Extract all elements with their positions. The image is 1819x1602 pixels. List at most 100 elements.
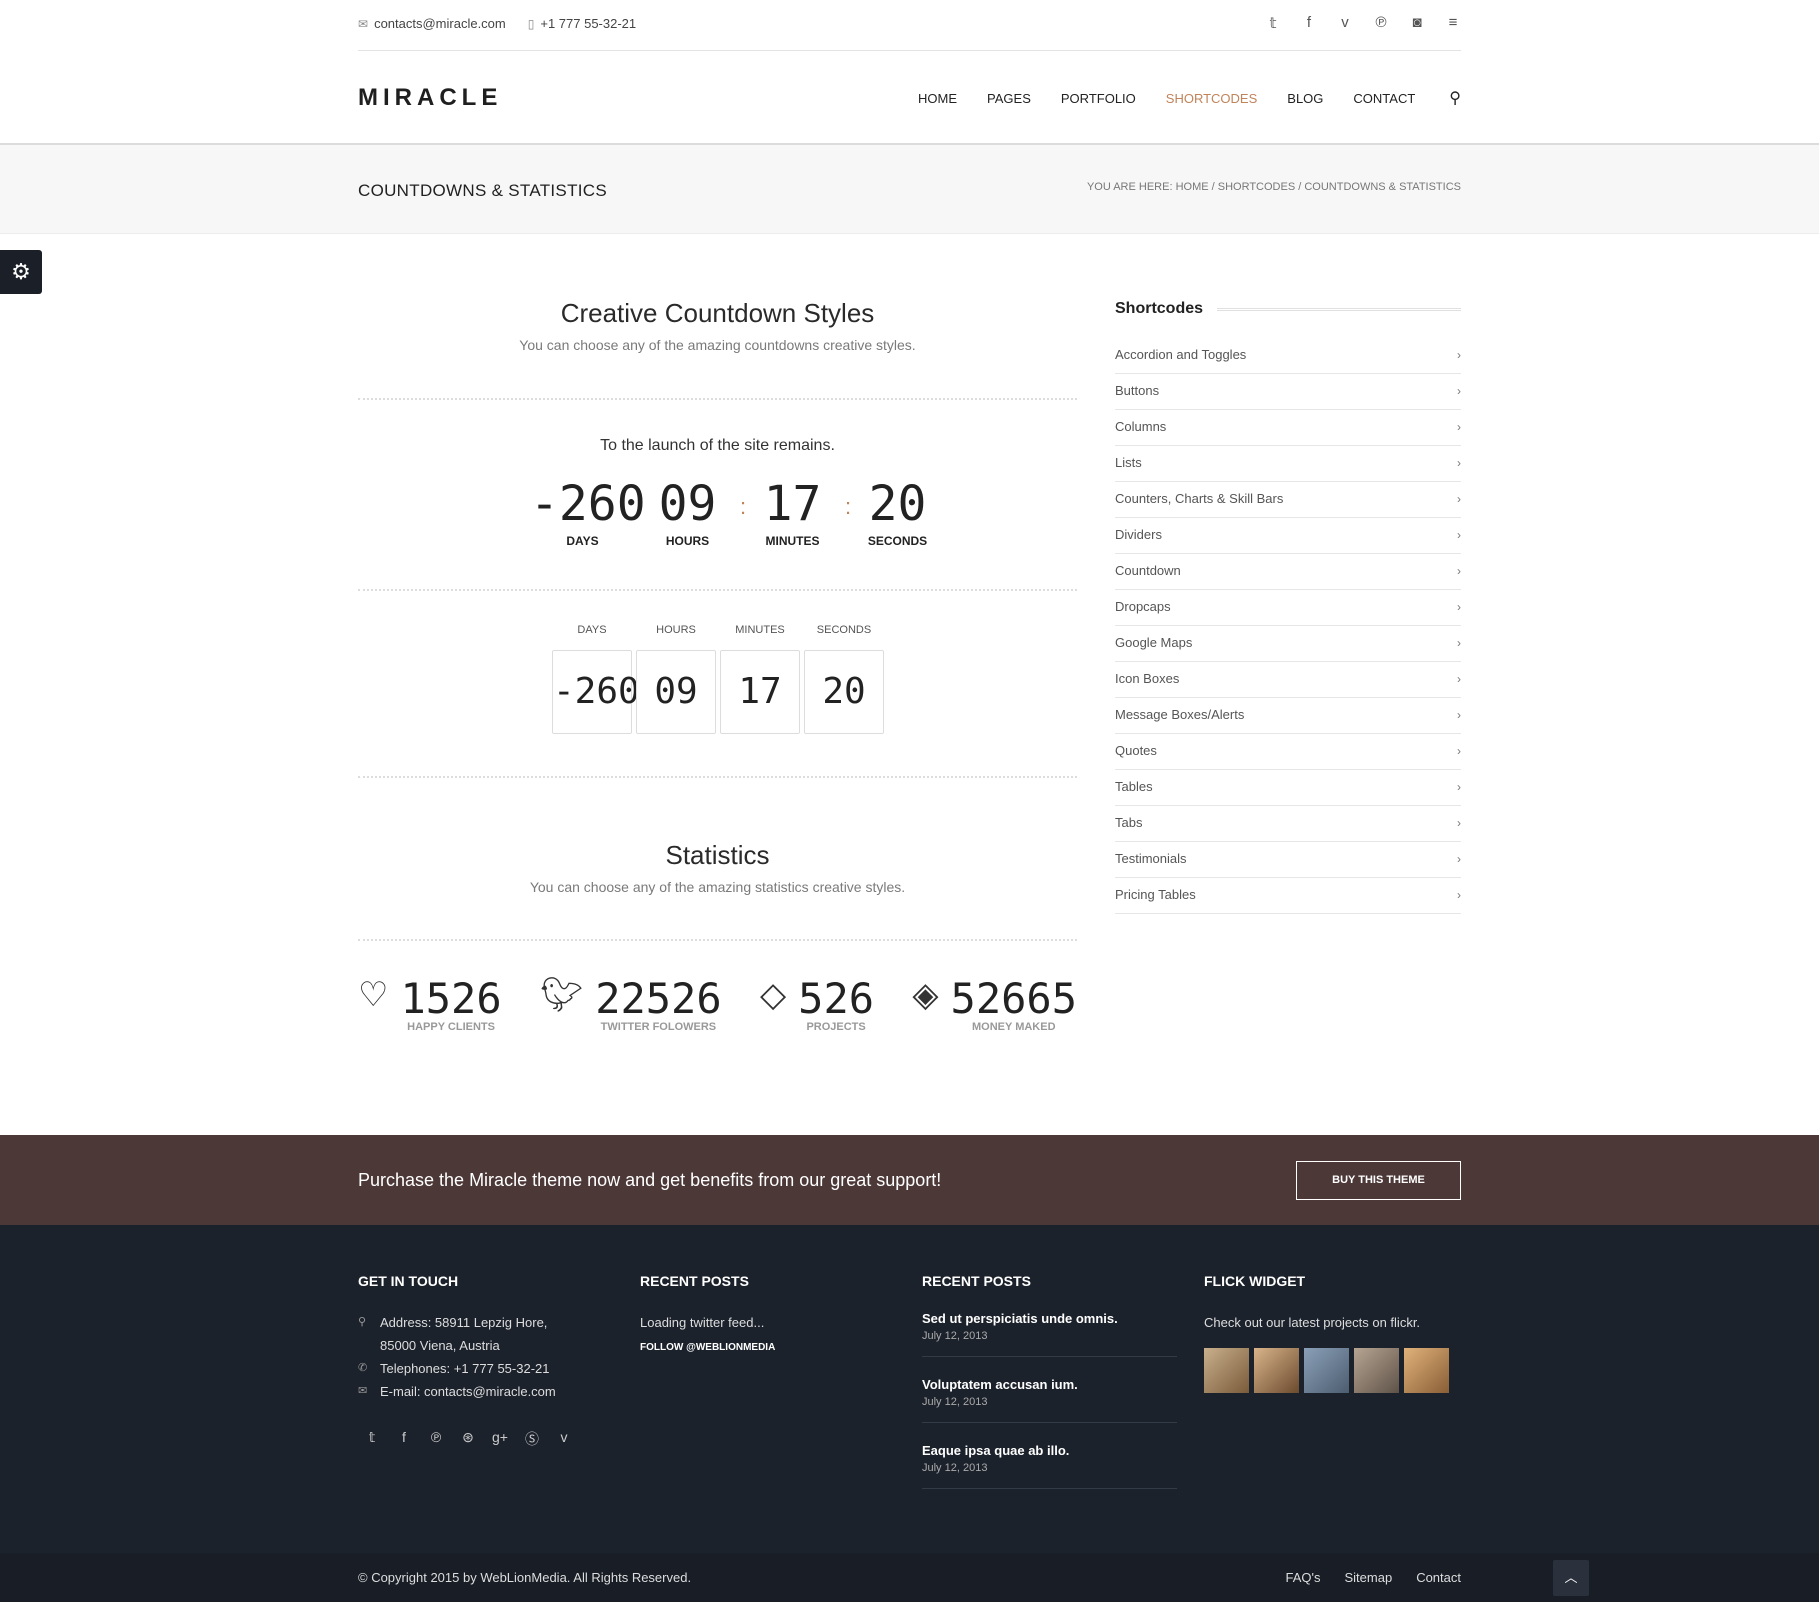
nav-shortcodes[interactable]: SHORTCODES [1166, 91, 1258, 108]
flickr-thumb[interactable] [1354, 1348, 1399, 1393]
flip-seconds: SECONDS 20 [804, 624, 884, 734]
sidebar-item-label: Counters, Charts & Skill Bars [1115, 491, 1284, 506]
chevron-up-icon: ︿ [1564, 1570, 1578, 1585]
footer-recent-posts: RECENT POSTS Sed ut perspiciatis unde om… [922, 1273, 1182, 1509]
recent-post[interactable]: Eaque ipsa quae ab illo. July 12, 2013 [922, 1443, 1177, 1489]
stat-value: 526 [798, 974, 875, 1023]
sidebar-item-testimonials[interactable]: Testimonials › [1115, 842, 1461, 878]
phone-contact: ▯ +1 777 55-32-21 [528, 16, 636, 31]
flip-hours: HOURS 09 [636, 624, 716, 734]
nav-pages[interactable]: PAGES [987, 91, 1031, 108]
sidebar-item-label: Testimonials [1115, 851, 1187, 866]
sidebar-item-tabs[interactable]: Tabs › [1115, 806, 1461, 842]
dotted-divider [358, 776, 1077, 778]
address-row: ⚲ Address: 58911 Lepzig Hore, [358, 1311, 608, 1334]
sidebar-item-buttons[interactable]: Buttons › [1115, 374, 1461, 410]
chevron-right-icon: › [1457, 888, 1461, 902]
sidebar-item-columns[interactable]: Columns › [1115, 410, 1461, 446]
seconds-value: 20 [868, 476, 927, 532]
sidebar-item-pricing-tables[interactable]: Pricing Tables › [1115, 878, 1461, 914]
stat-value: 1526 [400, 974, 502, 1023]
sidebar-item-label: Pricing Tables [1115, 887, 1196, 902]
footer-twitter-title: RECENT POSTS [640, 1273, 749, 1289]
sidebar-item-google-maps[interactable]: Google Maps › [1115, 626, 1461, 662]
nav-portfolio[interactable]: PORTFOLIO [1061, 91, 1136, 108]
vimeo-icon[interactable]: v [1337, 14, 1353, 32]
chevron-right-icon: › [1457, 456, 1461, 470]
email-text: contacts@miracle.com [374, 16, 506, 31]
nav-home[interactable]: HOME [918, 91, 957, 108]
pinterest-icon[interactable]: ℗ [1373, 14, 1389, 32]
social-links: 𝕥 f v ℗ ◙ ≡ [1265, 14, 1461, 32]
sidebar-item-label: Icon Boxes [1115, 671, 1180, 686]
google-plus-icon[interactable]: g+ [492, 1429, 508, 1449]
bottom-links: FAQ's Sitemap Contact [1285, 1570, 1461, 1585]
hours-box: 09 [636, 650, 716, 734]
email-row: ✉ E-mail: contacts@miracle.com [358, 1380, 608, 1403]
stat-label: TWITTER FOLOWERS [600, 1021, 717, 1033]
sidebar-item-message-boxes[interactable]: Message Boxes/Alerts › [1115, 698, 1461, 734]
menu-icon[interactable]: ≡ [1445, 14, 1461, 32]
contact-link[interactable]: Contact [1416, 1570, 1461, 1585]
flickr-thumb[interactable] [1304, 1348, 1349, 1393]
twitter-icon[interactable]: 𝕥 [364, 1429, 380, 1449]
footer-contact: GET IN TOUCH ⚲ Address: 58911 Lepzig Hore… [358, 1273, 608, 1449]
sidebar-item-label: Google Maps [1115, 635, 1193, 650]
dribbble-icon[interactable]: ⊛ [460, 1429, 476, 1449]
sitemap-link[interactable]: Sitemap [1344, 1570, 1392, 1585]
breadcrumb-home[interactable]: HOME [1176, 181, 1209, 193]
footer-email[interactable]: E-mail: contacts@miracle.com [380, 1380, 556, 1403]
search-icon[interactable]: ⚲ [1449, 88, 1461, 108]
twitter-icon[interactable]: 𝕥 [1265, 14, 1281, 32]
sidebar-item-tables[interactable]: Tables › [1115, 770, 1461, 806]
address-line1: Address: 58911 Lepzig Hore, [380, 1315, 548, 1330]
breadcrumb-shortcodes[interactable]: SHORTCODES [1218, 181, 1295, 193]
facebook-icon[interactable]: f [396, 1429, 412, 1449]
diamond-icon: ◇ [760, 976, 787, 1014]
logo[interactable]: MIRACLE [358, 84, 502, 112]
sidebar-item-label: Tables [1115, 779, 1153, 794]
sidebar: Shortcodes Accordion and Toggles › Button… [1115, 300, 1461, 914]
sidebar-item-label: Dropcaps [1115, 599, 1171, 614]
chevron-right-icon: › [1457, 564, 1461, 578]
email-contact[interactable]: ✉ contacts@miracle.com [358, 16, 506, 31]
skype-icon[interactable]: Ⓢ [524, 1429, 540, 1449]
follow-link[interactable]: FOLLOW @WEBLIONMEDIA [640, 1342, 880, 1353]
nav-contact[interactable]: CONTACT [1353, 91, 1415, 108]
chevron-right-icon: › [1457, 672, 1461, 686]
stat-label: PROJECTS [806, 1021, 866, 1033]
copyright: © Copyright 2015 by WebLionMedia. All Ri… [358, 1570, 692, 1585]
sidebar-item-dropcaps[interactable]: Dropcaps › [1115, 590, 1461, 626]
chevron-right-icon: › [1457, 384, 1461, 398]
chevron-right-icon: › [1457, 600, 1461, 614]
sidebar-item-quotes[interactable]: Quotes › [1115, 734, 1461, 770]
sidebar-item-icon-boxes[interactable]: Icon Boxes › [1115, 662, 1461, 698]
facebook-icon[interactable]: f [1301, 14, 1317, 32]
scroll-to-top-button[interactable]: ︿ [1553, 1560, 1589, 1596]
sidebar-item-counters[interactable]: Counters, Charts & Skill Bars › [1115, 482, 1461, 518]
countdown-style-1: -260 DAYS 09 HOURS : 17 MINUTES : 20 SECONDS [530, 476, 950, 548]
sidebar-item-dividers[interactable]: Dividers › [1115, 518, 1461, 554]
address-row-2: 85000 Viena, Austria [358, 1334, 608, 1357]
pinterest-icon[interactable]: ℗ [428, 1429, 444, 1449]
phone-icon: ✆ [358, 1362, 368, 1374]
flickr-thumb[interactable] [1204, 1348, 1249, 1393]
instagram-icon[interactable]: ◙ [1409, 14, 1425, 32]
recent-post[interactable]: Sed ut perspiciatis unde omnis. July 12, … [922, 1311, 1177, 1357]
faq-link[interactable]: FAQ's [1285, 1570, 1320, 1585]
flickr-thumb[interactable] [1404, 1348, 1449, 1393]
dotted-divider [358, 589, 1077, 591]
page-title: COUNTDOWNS & STATISTICS [358, 181, 607, 200]
vimeo-icon[interactable]: v [556, 1429, 572, 1449]
sidebar-item-countdown[interactable]: Countdown › [1115, 554, 1461, 590]
buy-theme-button[interactable]: BUY THIS THEME [1296, 1161, 1461, 1200]
sidebar-item-lists[interactable]: Lists › [1115, 446, 1461, 482]
post-title: Voluptatem accusan ium. [922, 1377, 1078, 1392]
sidebar-heading: Shortcodes [1115, 300, 1461, 318]
phone-row: ✆ Telephones: +1 777 55-32-21 [358, 1357, 608, 1380]
recent-post[interactable]: Voluptatem accusan ium. July 12, 2013 [922, 1377, 1177, 1423]
sidebar-item-accordion[interactable]: Accordion and Toggles › [1115, 338, 1461, 374]
flickr-thumb[interactable] [1254, 1348, 1299, 1393]
nav-blog[interactable]: BLOG [1287, 91, 1323, 108]
settings-gear-icon[interactable]: ⚙ [0, 250, 42, 294]
